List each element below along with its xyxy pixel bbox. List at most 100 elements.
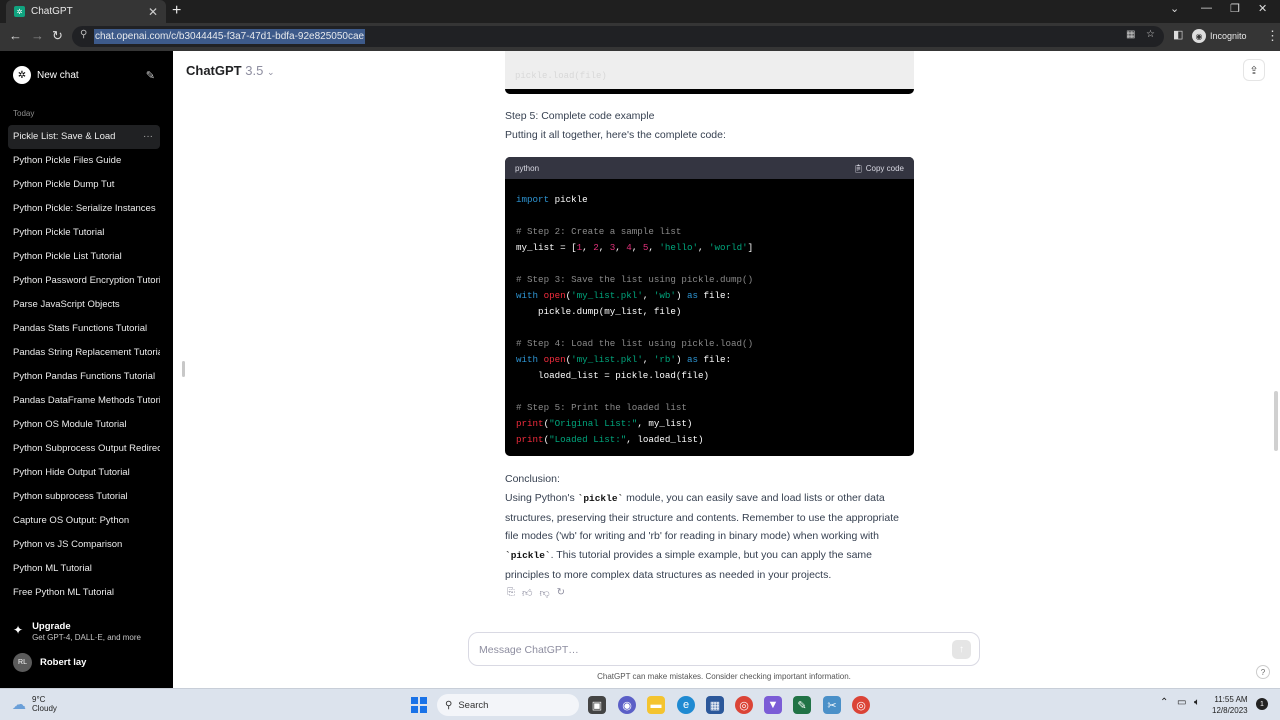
sidebar-chat-item[interactable]: Python Subprocess Output Redirect bbox=[8, 437, 160, 461]
sidebar-chat-item[interactable]: Python vs JS Comparison bbox=[8, 533, 160, 557]
sidebar-chat-item[interactable]: Python Pickle List Tutorial bbox=[8, 245, 160, 269]
edit-icon[interactable]: ✎ bbox=[146, 69, 155, 82]
url-text[interactable]: chat.openai.com/c/b3044445-f3a7-47d1-bdf… bbox=[94, 29, 366, 44]
store-icon[interactable]: ▦ bbox=[706, 696, 724, 714]
sidebar-chat-item[interactable]: Pandas Stats Functions Tutorial bbox=[8, 317, 160, 341]
tab-title: ChatGPT bbox=[31, 6, 73, 17]
user-menu[interactable]: RL Robert lay bbox=[13, 653, 86, 672]
sidebar-chat-title: Pandas DataFrame Methods Tutorial bbox=[13, 395, 160, 406]
incognito-indicator[interactable]: ◉ Incognito bbox=[1192, 29, 1247, 43]
vpn-app-icon[interactable]: ▼ bbox=[764, 696, 782, 714]
chrome-icon[interactable]: ◎ bbox=[735, 696, 753, 714]
notification-badge[interactable]: 1 bbox=[1256, 698, 1268, 710]
forward-icon[interactable]: → bbox=[31, 28, 44, 43]
scrollbar[interactable] bbox=[1274, 391, 1278, 451]
tab-search-icon[interactable]: ⌄ bbox=[1170, 2, 1179, 15]
model-selector[interactable]: ChatGPT 3.5 ⌄ bbox=[186, 63, 275, 78]
system-clock[interactable]: 11:55 AM 12/8/2023 bbox=[1212, 694, 1248, 716]
conclusion-paragraph: Using Python's `pickle` module, you can … bbox=[505, 489, 910, 585]
browser-toolbar: ← → ↻ ⚲ chat.openai.com/c/b3044445-f3a7-… bbox=[0, 23, 1280, 51]
sidebar-chat-title: Python Pickle Files Guide bbox=[13, 155, 122, 166]
sidebar-chat-title: Pandas String Replacement Tutorial bbox=[13, 347, 160, 358]
new-chat-button[interactable]: ✲ New chat ✎ bbox=[8, 61, 160, 89]
sidebar-chat-title: Python ML Tutorial bbox=[13, 563, 92, 574]
chrome-incognito-icon[interactable]: ◎ bbox=[852, 696, 870, 714]
weather-condition: Cloudy bbox=[32, 704, 57, 713]
send-button[interactable]: ↑ bbox=[952, 640, 971, 659]
copy-icon[interactable]: ⎘ bbox=[507, 587, 515, 599]
new-tab-button[interactable]: + bbox=[172, 2, 181, 20]
message-input[interactable] bbox=[479, 641, 919, 659]
sidebar-chat-item[interactable]: Python subprocess Tutorial bbox=[8, 485, 160, 509]
sidebar-chat-item[interactable]: Free Python ML Tutorial bbox=[8, 581, 160, 605]
sidebar-chat-item[interactable]: Python Pickle Dump Tut bbox=[8, 173, 160, 197]
sidebar-chat-item[interactable]: Pandas DataFrame Methods Tutorial bbox=[8, 389, 160, 413]
task-view-icon[interactable]: ▣ bbox=[588, 696, 606, 714]
taskbar-search[interactable]: ⚲ Search bbox=[437, 694, 579, 716]
tray-overflow-icon[interactable]: ⌃ bbox=[1160, 697, 1168, 708]
copy-code-button[interactable]: 📋︎ Copy code bbox=[853, 164, 904, 173]
incognito-icon: ◉ bbox=[1192, 29, 1206, 43]
sidebar-chat-title: Pickle List: Save & Load bbox=[13, 131, 116, 142]
sparkle-icon: ✦ bbox=[13, 623, 24, 637]
upgrade-button[interactable]: ✦ Upgrade Get GPT-4, DALL·E, and more bbox=[13, 621, 141, 642]
site-info-icon[interactable]: ⚲ bbox=[80, 29, 87, 40]
temperature: 9°C bbox=[32, 695, 46, 704]
network-icon[interactable]: ▭ bbox=[1177, 697, 1186, 708]
upgrade-subtitle: Get GPT-4, DALL·E, and more bbox=[32, 633, 141, 642]
minimize-icon[interactable]: — bbox=[1201, 2, 1212, 14]
browser-tab[interactable]: ✲ ChatGPT ✕ bbox=[6, 0, 166, 23]
back-icon[interactable]: ← bbox=[9, 28, 22, 43]
start-button[interactable] bbox=[411, 697, 427, 713]
message-actions: ⎘ 👍︎ 👎︎ ↻ bbox=[507, 587, 565, 599]
tab-close-icon[interactable]: ✕ bbox=[148, 5, 158, 19]
reload-icon[interactable]: ↻ bbox=[52, 28, 63, 44]
share-button[interactable]: ⇪ bbox=[1243, 59, 1265, 81]
sidebar-chat-item[interactable]: Python Hide Output Tutorial bbox=[8, 461, 160, 485]
side-panel-icon[interactable]: ◧ bbox=[1173, 28, 1183, 41]
window-close-icon[interactable]: ✕ bbox=[1258, 2, 1267, 15]
browser-menu-icon[interactable]: ⋮ bbox=[1266, 28, 1279, 44]
sidebar-chat-title: Python Pickle Tutorial bbox=[13, 227, 105, 238]
thumbs-down-icon[interactable]: 👎︎ bbox=[539, 587, 549, 599]
sidebar: ✲ New chat ✎ Today Pickle List: Save & L… bbox=[0, 51, 173, 688]
thumbs-up-icon[interactable]: 👍︎ bbox=[522, 587, 532, 599]
more-options-icon[interactable]: ··· bbox=[143, 125, 153, 149]
sidebar-chat-item[interactable]: Pickle List: Save & Load ··· bbox=[8, 125, 160, 149]
sidebar-chat-item[interactable]: Pandas String Replacement Tutorial bbox=[8, 341, 160, 365]
sidebar-chat-title: Python Subprocess Output Redirect bbox=[13, 443, 160, 454]
regenerate-icon[interactable]: ↻ bbox=[557, 587, 565, 599]
volume-icon[interactable]: 🔈︎ bbox=[1194, 697, 1200, 708]
copy-code-label: Copy code bbox=[865, 163, 904, 173]
sidebar-chat-item[interactable]: Python Pickle: Serialize Instances bbox=[8, 197, 160, 221]
notepad-plus-icon[interactable]: ✎ bbox=[793, 696, 811, 714]
chatgpt-favicon-icon: ✲ bbox=[14, 6, 25, 17]
inline-code: `pickle` bbox=[577, 493, 624, 504]
browser-tab-strip: ✲ ChatGPT ✕ + ⌄ — ❐ ✕ bbox=[0, 0, 1280, 23]
restore-icon[interactable]: ❐ bbox=[1230, 2, 1240, 15]
sidebar-chat-item[interactable]: Python Password Encryption Tutorial bbox=[8, 269, 160, 293]
sidebar-chat-item[interactable]: Python ML Tutorial bbox=[8, 557, 160, 581]
teams-chat-icon[interactable]: ◉ bbox=[618, 696, 636, 714]
sidebar-chat-item[interactable]: Python Pickle Tutorial bbox=[8, 221, 160, 245]
sidebar-chat-item[interactable]: Capture OS Output: Python bbox=[8, 509, 160, 533]
weather-widget[interactable]: ☁ 9°C Cloudy bbox=[12, 695, 57, 713]
file-explorer-icon[interactable]: ▬ bbox=[647, 696, 665, 714]
main-panel: ChatGPT 3.5 ⌄ ⇪ pickle.load(file) Step 5… bbox=[173, 51, 1280, 688]
sidebar-chat-item[interactable]: Python OS Module Tutorial bbox=[8, 413, 160, 437]
sidebar-chat-item[interactable]: Parse JavaScript Objects bbox=[8, 293, 160, 317]
sidebar-chat-title: Python Pickle Dump Tut bbox=[13, 179, 115, 190]
edge-icon[interactable]: e bbox=[677, 696, 695, 714]
qr-code-icon[interactable]: ▦ bbox=[1126, 29, 1135, 40]
snipping-tool-icon[interactable]: ✂ bbox=[823, 696, 841, 714]
sidebar-resize-handle[interactable] bbox=[182, 361, 185, 377]
sidebar-chat-item[interactable]: Python Pandas Functions Tutorial bbox=[8, 365, 160, 389]
sidebar-chat-item[interactable]: Python Pickle Files Guide bbox=[8, 149, 160, 173]
help-button[interactable]: ? bbox=[1256, 665, 1270, 679]
sidebar-chat-title: Python Pickle: Serialize Instances bbox=[13, 203, 156, 214]
incognito-label: Incognito bbox=[1210, 31, 1247, 41]
bookmark-star-icon[interactable]: ☆ bbox=[1146, 29, 1155, 40]
address-bar[interactable]: ⚲ chat.openai.com/c/b3044445-f3a7-47d1-b… bbox=[72, 26, 1164, 47]
avatar: RL bbox=[13, 653, 32, 672]
sidebar-chat-title: Free Python ML Tutorial bbox=[13, 587, 115, 598]
